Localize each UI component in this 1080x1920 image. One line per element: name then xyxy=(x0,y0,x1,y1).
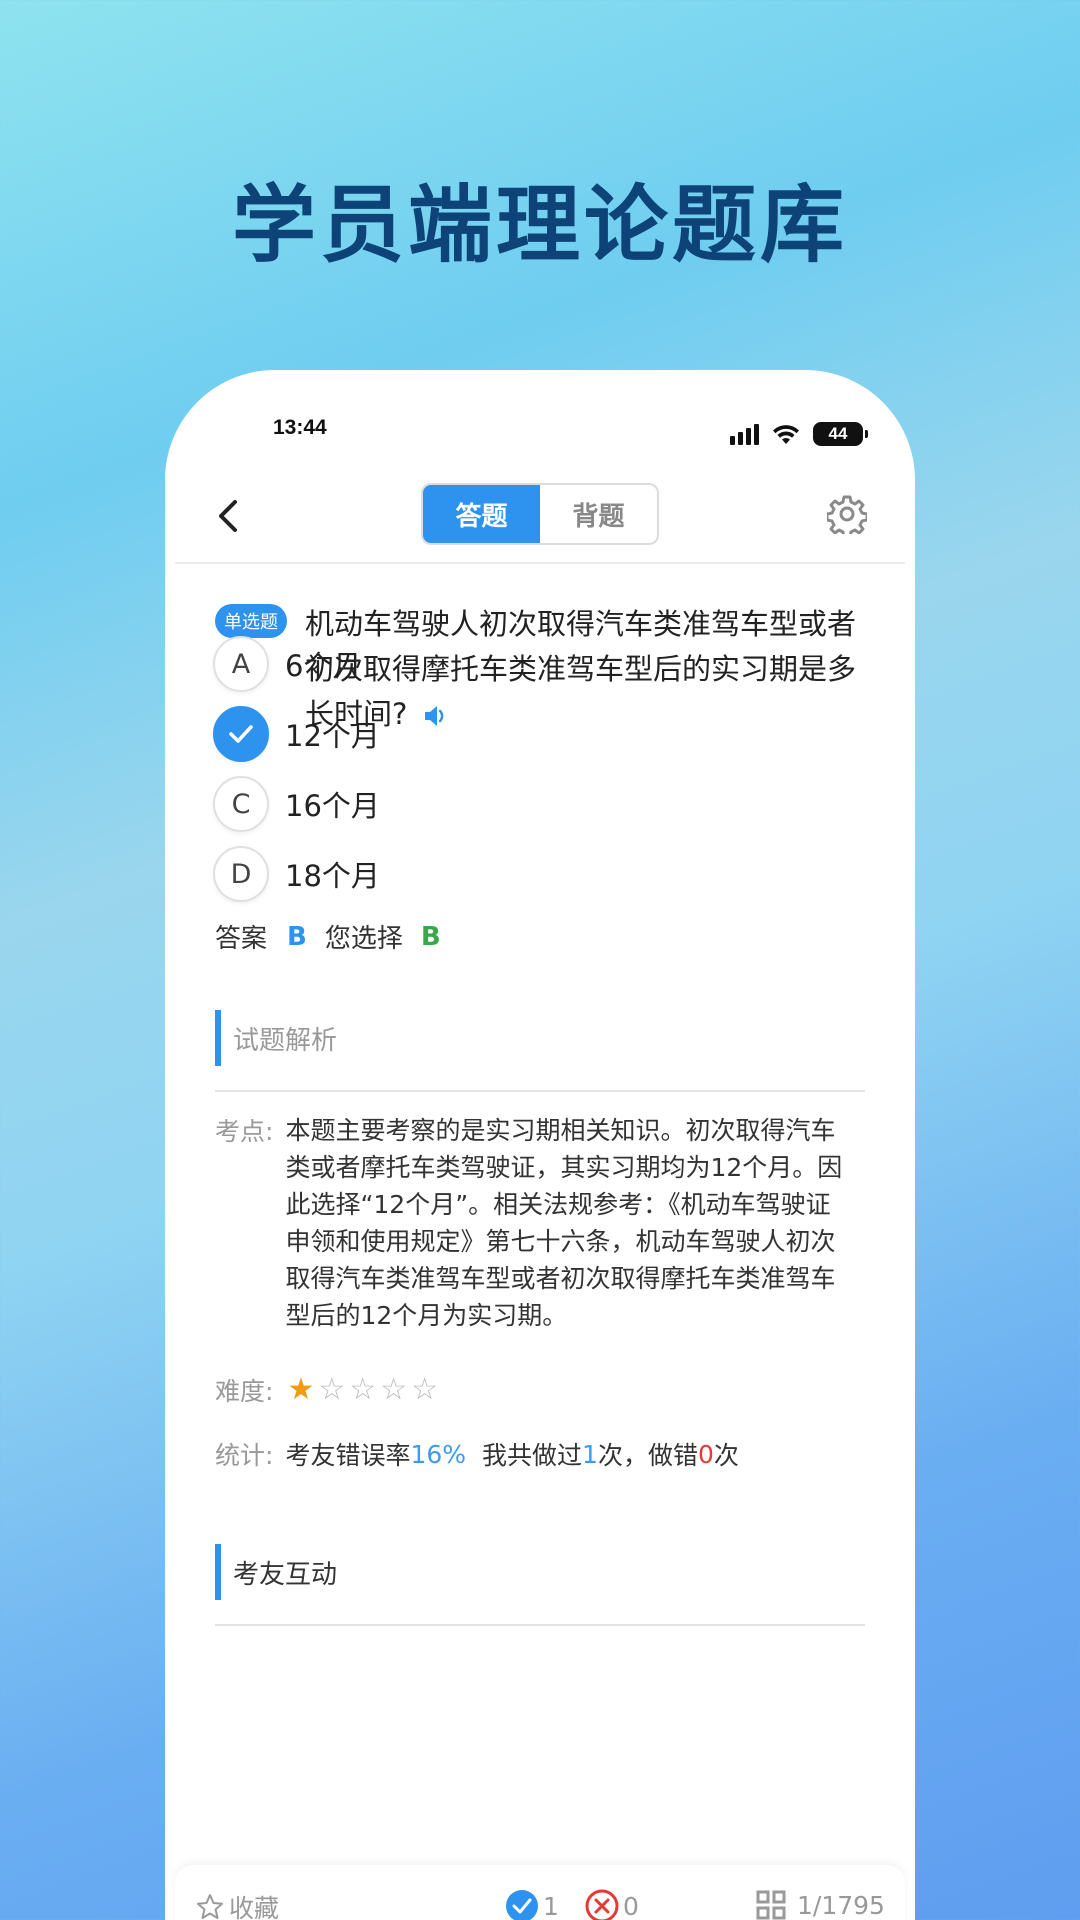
point-text: 本题主要考察的是实习期相关知识。初次取得汽车类或者摩托车类驾驶证，其实习期均为1… xyxy=(285,1116,843,1330)
stat-done-suffix: 次，做错 xyxy=(597,1441,698,1470)
option-text: 18个月 xyxy=(285,859,380,893)
question-type-badge: 单选题 xyxy=(215,604,287,638)
user-choice: B xyxy=(420,921,441,952)
done-count: 1 xyxy=(582,1439,598,1469)
tab-answer[interactable]: 答题 xyxy=(423,485,540,543)
error-rate: 16% xyxy=(410,1439,467,1469)
stat-done-prefix: 我共做过 xyxy=(482,1441,583,1470)
option-a[interactable]: A 6个月 xyxy=(213,636,361,692)
section-accent-bar xyxy=(215,1544,221,1600)
star-empty-icon: ☆ xyxy=(349,1372,377,1407)
section-accent-bar xyxy=(215,1010,221,1066)
community-section-title: 考友互动 xyxy=(233,1559,338,1590)
option-letter: C xyxy=(213,776,269,832)
signal-icon xyxy=(730,423,759,445)
star-empty-icon: ☆ xyxy=(411,1372,438,1407)
tab-memorize[interactable]: 背题 xyxy=(540,485,657,543)
question-text-block: 机动车驾驶人初次取得汽车类准驾车型或者初次取得摩托车类准驾车型后的实习期是多长时… xyxy=(305,602,865,737)
option-letter: D xyxy=(213,846,269,902)
correct-counter[interactable]: 1 xyxy=(505,1889,559,1920)
choice-label: 您选择 xyxy=(324,924,403,954)
favorite-button[interactable]: 收藏 xyxy=(195,1889,279,1920)
mode-segmented-control: 答题 背题 xyxy=(421,483,659,545)
option-text: 6个月 xyxy=(285,649,362,683)
wrong-count-bottom: 0 xyxy=(623,1891,639,1920)
question-text: 机动车驾驶人初次取得汽车类准驾车型或者初次取得摩托车类准驾车型后的实习期是多长时… xyxy=(305,607,857,731)
option-letter: A xyxy=(213,636,269,692)
option-text: 12个月 xyxy=(285,719,380,753)
star-outline-icon xyxy=(197,1894,223,1919)
gear-icon[interactable] xyxy=(827,494,867,534)
phone-screen: 13:44 44 答题 背题 单选题 机动车驾驶人初次取得汽车类准驾车型或者初次… xyxy=(165,370,915,1920)
divider xyxy=(215,1090,865,1092)
correct-count: 1 xyxy=(543,1891,559,1920)
status-time: 13:44 xyxy=(273,416,327,439)
difficulty-label: 难度: xyxy=(215,1377,274,1406)
wifi-icon xyxy=(773,425,799,444)
correct-answer: B xyxy=(287,921,307,952)
wrong-counter[interactable]: 0 xyxy=(585,1889,639,1920)
stat-row: 统计: 考友错误率 16% 我共做过 1 次，做错 0 次 xyxy=(215,1436,739,1472)
stat-prefix: 考友错误率 xyxy=(285,1441,411,1470)
star-empty-icon: ☆ xyxy=(380,1372,408,1407)
wrong-count: 0 xyxy=(697,1439,714,1469)
community-section-header: 考友互动 xyxy=(215,1544,337,1600)
bottom-bar: 收藏 1 0 1/1795 xyxy=(175,1865,905,1920)
difficulty-stars: ★ ☆ ☆ ☆ ☆ xyxy=(287,1375,438,1405)
grid-icon xyxy=(756,1890,786,1920)
check-icon xyxy=(213,706,269,762)
option-d[interactable]: D 18个月 xyxy=(213,846,380,902)
option-c[interactable]: C 16个月 xyxy=(213,776,380,832)
banner-title: 学员端理论题库 xyxy=(231,176,848,274)
analysis-block: 考点: 本题主要考察的是实习期相关知识。初次取得汽车类或者摩托车类驾驶证，其实习… xyxy=(215,1112,875,1334)
x-circle-icon xyxy=(585,1889,619,1920)
answer-label: 答案 xyxy=(215,924,268,954)
divider xyxy=(215,1624,865,1626)
check-circle-icon xyxy=(506,1890,538,1920)
question-grid-button[interactable]: 1/1795 xyxy=(755,1889,885,1920)
point-label: 考点: xyxy=(215,1117,274,1146)
star-filled-icon: ★ xyxy=(287,1372,315,1407)
battery-icon: 44 xyxy=(813,422,868,446)
speaker-icon[interactable] xyxy=(421,702,449,730)
back-icon[interactable] xyxy=(209,496,249,536)
status-bar: 13:44 44 xyxy=(165,370,915,460)
stat-end: 次 xyxy=(713,1441,739,1470)
option-text: 16个月 xyxy=(285,789,380,823)
star-empty-icon: ☆ xyxy=(318,1372,346,1407)
stat-label: 统计: xyxy=(215,1441,274,1470)
favorite-label: 收藏 xyxy=(229,1894,280,1920)
analysis-section-title: 试题解析 xyxy=(233,1025,338,1056)
option-b[interactable]: 12个月 xyxy=(213,706,380,762)
progress-text: 1/1795 xyxy=(797,1890,885,1920)
answer-row: 答案 B 您选择 B xyxy=(215,918,441,955)
difficulty-row: 难度: ★ ☆ ☆ ☆ ☆ xyxy=(215,1372,438,1408)
analysis-section-header: 试题解析 xyxy=(215,1010,337,1066)
